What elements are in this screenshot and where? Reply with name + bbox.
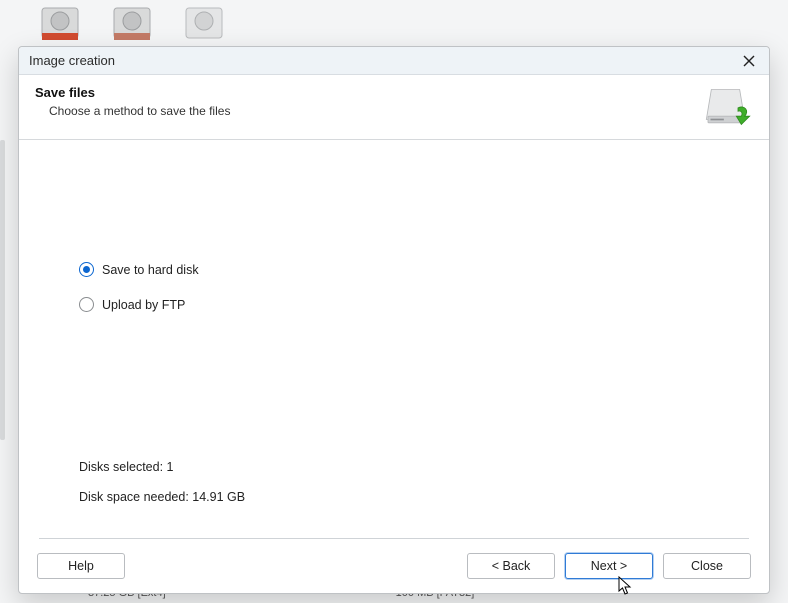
bg-disk-thumb-2 — [108, 4, 156, 44]
dialog-body: Save to hard disk Upload by FTP Disks se… — [19, 140, 769, 539]
button-label: Close — [691, 559, 723, 573]
image-creation-dialog: Image creation Save files Choose a metho… — [18, 46, 770, 594]
dialog-header: Save files Choose a method to save the f… — [19, 75, 769, 140]
radio-upload-ftp[interactable]: Upload by FTP — [79, 297, 753, 312]
page-title: Save files — [35, 85, 697, 100]
space-needed-label: Disk space needed: — [79, 490, 189, 504]
bg-disk-thumbnails — [0, 0, 788, 50]
close-icon — [743, 55, 755, 67]
radio-icon — [79, 297, 94, 312]
bg-scrollbar-hint — [0, 140, 5, 440]
help-button[interactable]: Help — [37, 553, 125, 579]
disks-selected-value: 1 — [167, 460, 174, 474]
bg-disk-thumb-3 — [180, 4, 228, 44]
hard-disk-icon — [180, 4, 228, 44]
radio-label: Save to hard disk — [102, 263, 199, 277]
radio-icon — [79, 262, 94, 277]
radio-save-to-disk[interactable]: Save to hard disk — [79, 262, 753, 277]
radio-label: Upload by FTP — [102, 298, 185, 312]
button-label: < Back — [492, 559, 531, 573]
back-button[interactable]: < Back — [467, 553, 555, 579]
next-button[interactable]: Next > — [565, 553, 653, 579]
button-label: Next > — [591, 559, 627, 573]
page-subtitle: Choose a method to save the files — [49, 104, 697, 118]
button-label: Help — [68, 559, 94, 573]
dialog-titlebar: Image creation — [19, 47, 769, 75]
bg-disk-thumb-1 — [36, 4, 84, 44]
hard-disk-save-icon — [703, 86, 753, 128]
save-disk-illustration — [697, 85, 753, 129]
dialog-footer: Help < Back Next > Close — [19, 539, 769, 593]
hard-disk-icon — [36, 4, 84, 44]
disks-selected-label: Disks selected: — [79, 460, 163, 474]
hard-disk-icon — [108, 4, 156, 44]
close-button[interactable]: Close — [663, 553, 751, 579]
save-method-group: Save to hard disk Upload by FTP — [79, 262, 753, 332]
dialog-close-button[interactable] — [735, 50, 763, 72]
disks-selected-line: Disks selected: 1 — [79, 460, 753, 474]
summary-block: Disks selected: 1 Disk space needed: 14.… — [79, 460, 753, 520]
dialog-title: Image creation — [29, 53, 115, 68]
space-needed-value: 14.91 GB — [192, 490, 245, 504]
space-needed-line: Disk space needed: 14.91 GB — [79, 490, 753, 504]
